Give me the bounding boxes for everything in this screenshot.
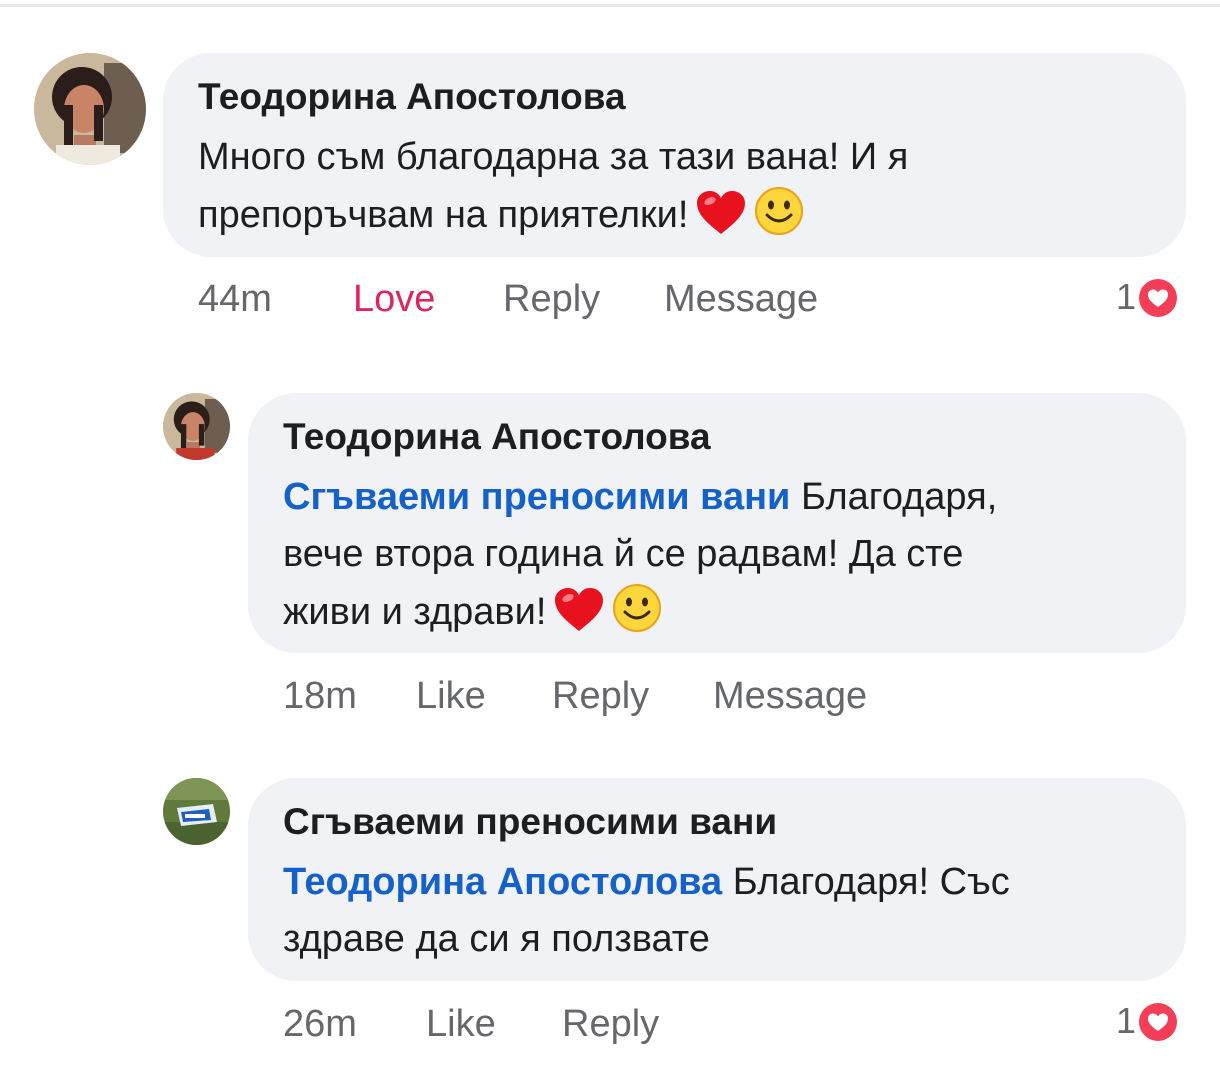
comment-bubble: Сгъваеми преносими вани Теодорина Апосто…: [248, 778, 1186, 981]
comment-actions: 18m Like Reply Message: [283, 675, 983, 721]
comment-text-line: живи и здрави!: [283, 591, 547, 633]
comment-actions: 44m Love Reply Message: [198, 278, 898, 324]
like-button[interactable]: Like: [416, 675, 486, 718]
smiling-face-emoji-icon: [754, 186, 804, 236]
comment-text: Теодорина Апостолова Благодаря! Със здра…: [283, 854, 1010, 968]
smiling-face-emoji-icon: [612, 583, 662, 633]
comment-bubble: Теодорина Апостолова Много съм благодарн…: [163, 53, 1186, 257]
top-divider: [0, 4, 1220, 7]
avatar[interactable]: [34, 53, 146, 165]
reply-button[interactable]: Reply: [503, 278, 600, 321]
reaction-count: 1: [1116, 276, 1137, 317]
message-button[interactable]: Message: [664, 278, 818, 321]
comment-text-line: Много съм благодарна за тази вана! И я: [198, 136, 909, 178]
red-heart-emoji-icon: [554, 587, 604, 633]
comments-thread: Теодорина Апостолова Много съм благодарн…: [0, 0, 1220, 1088]
comment-actions: 26m Like Reply: [283, 1003, 883, 1049]
comment-text-line: вече втора година й се радвам! Да сте: [283, 533, 964, 575]
comment-text: Сгъваеми преносими вани Благодаря, вече …: [283, 469, 997, 641]
mention-link[interactable]: Теодорина Апостолова: [283, 861, 722, 903]
comment-text-line: Сгъваеми преносими вани Благодаря,: [283, 469, 997, 526]
like-button[interactable]: Like: [426, 1003, 496, 1046]
comment-text-line-with-emoji: препоръчвам на приятелки!: [198, 186, 908, 244]
love-button[interactable]: Love: [353, 278, 435, 321]
comment-text-segment: Благодаря! Със: [732, 861, 1010, 903]
comment-text-line: здраве да си я ползвате: [283, 918, 710, 960]
reaction-summary[interactable]: 1: [1116, 1000, 1186, 1046]
comment-author[interactable]: Сгъваеми преносими вани: [283, 801, 777, 843]
reply-button[interactable]: Reply: [552, 675, 649, 718]
love-reaction-icon: [1136, 1000, 1180, 1044]
comment-text-line: препоръчвам на приятелки!: [198, 194, 689, 236]
love-reaction-icon: [1136, 276, 1180, 320]
comment-timestamp: 26m: [283, 1003, 357, 1045]
comment-bubble: Теодорина Апостолова Сгъваеми преносими …: [248, 393, 1186, 653]
reaction-summary[interactable]: 1: [1116, 276, 1186, 322]
red-heart-emoji-icon: [696, 190, 746, 236]
reply-button[interactable]: Reply: [562, 1003, 659, 1046]
mention-link[interactable]: Сгъваеми преносими вани: [283, 476, 790, 518]
comment-text: Много съм благодарна за тази вана! И я п…: [198, 129, 908, 244]
comment-author[interactable]: Теодорина Апостолова: [283, 416, 711, 458]
avatar[interactable]: [163, 778, 230, 845]
comment-author[interactable]: Теодорина Апостолова: [198, 76, 626, 118]
reaction-count: 1: [1116, 1000, 1137, 1041]
comment-text-line: Теодорина Апостолова Благодаря! Със: [283, 854, 1010, 911]
comment-text-segment: Благодаря,: [800, 476, 998, 518]
comment-timestamp: 44m: [198, 278, 272, 320]
comment-timestamp: 18m: [283, 675, 357, 717]
avatar[interactable]: [163, 393, 230, 460]
message-button[interactable]: Message: [713, 675, 867, 718]
comment-text-line-with-emoji: живи и здрави!: [283, 583, 997, 641]
